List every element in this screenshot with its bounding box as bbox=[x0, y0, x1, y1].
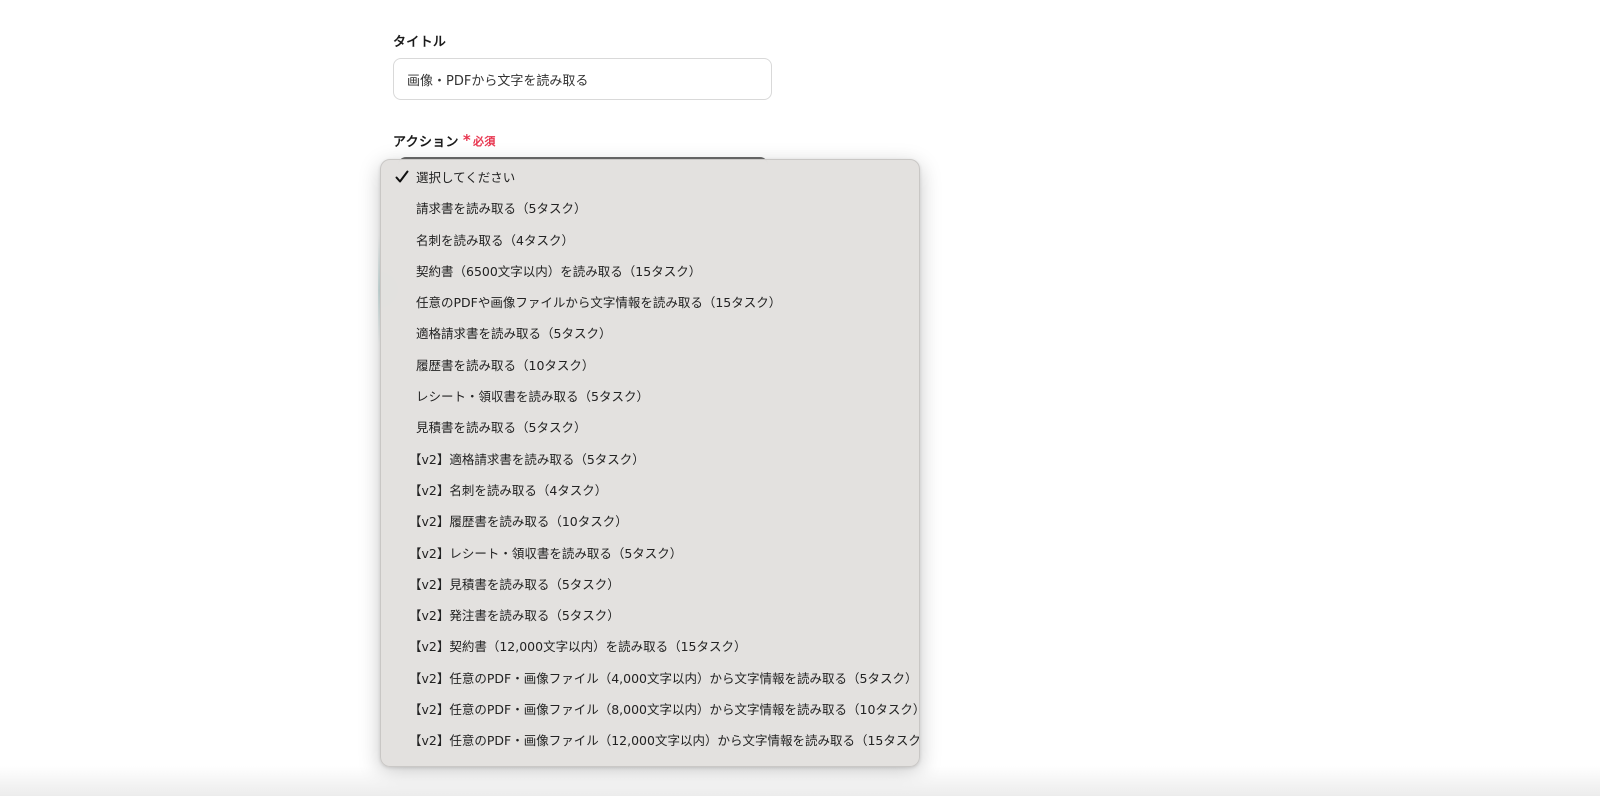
dropdown-option[interactable]: レシート・領収書を読み取る（5タスク） bbox=[381, 384, 919, 415]
dropdown-option[interactable]: 選択してください bbox=[381, 165, 919, 196]
dropdown-option-label: 【v2】履歴書を読み取る（10タスク） bbox=[409, 514, 628, 530]
dropdown-option[interactable]: 履歴書を読み取る（10タスク） bbox=[381, 353, 919, 384]
dropdown-option[interactable]: 【v2】任意のPDF・画像ファイル（12,000文字以内）から文字情報を読み取る… bbox=[381, 728, 919, 759]
dropdown-option-label: 履歴書を読み取る（10タスク） bbox=[416, 357, 595, 373]
required-badge: * 必須 bbox=[463, 133, 496, 149]
dropdown-option-label: レシート・領収書を読み取る（5タスク） bbox=[416, 389, 649, 405]
dropdown-option-label: 見積書を読み取る（5タスク） bbox=[416, 420, 587, 436]
form-page: タイトル アクション * 必須 選択してください請求書を読み取る（5タスク） 名刺… bbox=[0, 0, 1600, 796]
dropdown-option[interactable]: 【v2】名刺を読み取る（4タスク） bbox=[381, 478, 919, 509]
dropdown-option-label: 適格請求書を読み取る（5タスク） bbox=[416, 326, 612, 342]
dropdown-option[interactable]: 見積書を読み取る（5タスク） bbox=[381, 415, 919, 446]
dropdown-option-label: 【v2】レシート・領収書を読み取る（5タスク） bbox=[409, 545, 683, 561]
dropdown-option-label: 【v2】名刺を読み取る（4タスク） bbox=[409, 482, 608, 498]
dropdown-option[interactable]: 【v2】履歴書を読み取る（10タスク） bbox=[381, 509, 919, 540]
dropdown-option[interactable]: 名刺を読み取る（4タスク） bbox=[381, 228, 919, 259]
dropdown-option-label: 【v2】見積書を読み取る（5タスク） bbox=[409, 576, 620, 592]
dropdown-option[interactable]: 契約書（6500文字以内）を読み取る（15タスク） bbox=[381, 259, 919, 290]
dropdown-option[interactable]: 請求書を読み取る（5タスク） bbox=[381, 196, 919, 227]
dropdown-option-label: 【v2】任意のPDF・画像ファイル（4,000文字以内）から文字情報を読み取る（… bbox=[409, 670, 918, 686]
dropdown-option[interactable]: 適格請求書を読み取る（5タスク） bbox=[381, 321, 919, 352]
dropdown-option-label: 名刺を読み取る（4タスク） bbox=[416, 232, 574, 248]
title-label: タイトル bbox=[393, 35, 447, 50]
dropdown-option[interactable]: 【v2】レシート・領収書を読み取る（5タスク） bbox=[381, 541, 919, 572]
dropdown-option-label: 【v2】契約書（12,000文字以内）を読み取る（15タスク） bbox=[409, 639, 747, 655]
dropdown-option[interactable]: 【v2】発注書を読み取る（5タスク） bbox=[381, 603, 919, 634]
dropdown-option-label: 契約書（6500文字以内）を読み取る（15タスク） bbox=[416, 263, 702, 279]
dropdown-option-label: 選択してください bbox=[416, 170, 516, 185]
action-dropdown-menu[interactable]: 選択してください請求書を読み取る（5タスク） 名刺を読み取る（4タスク） 契約書（6… bbox=[380, 159, 920, 767]
dropdown-option-label: 【v2】発注書を読み取る（5タスク） bbox=[409, 608, 620, 624]
title-input[interactable] bbox=[393, 58, 772, 100]
dropdown-option-label: 請求書を読み取る（5タスク） bbox=[416, 201, 587, 217]
dropdown-option[interactable]: 任意のPDFや画像ファイルから文字情報を読み取る（15タスク） bbox=[381, 290, 919, 321]
dropdown-option-label: 【v2】任意のPDF・画像ファイル（8,000文字以内）から文字情報を読み取る（… bbox=[409, 702, 920, 718]
dropdown-option[interactable]: 【v2】適格請求書を読み取る（5タスク） bbox=[381, 447, 919, 478]
required-star-icon: * bbox=[462, 131, 472, 149]
dropdown-option-label: 任意のPDFや画像ファイルから文字情報を読み取る（15タスク） bbox=[416, 295, 782, 311]
dropdown-option-label: 【v2】適格請求書を読み取る（5タスク） bbox=[409, 451, 645, 467]
action-label-text: アクション bbox=[393, 135, 459, 150]
checkmark-icon bbox=[395, 170, 409, 183]
action-label: アクション * 必須 bbox=[393, 131, 496, 151]
dropdown-option[interactable]: 【v2】任意のPDF・画像ファイル（4,000文字以内）から文字情報を読み取る（… bbox=[381, 666, 919, 697]
dropdown-option[interactable]: 【v2】任意のPDF・画像ファイル（8,000文字以内）から文字情報を読み取る（… bbox=[381, 697, 919, 728]
dropdown-option[interactable]: 【v2】契約書（12,000文字以内）を読み取る（15タスク） bbox=[381, 634, 919, 665]
dropdown-option-label: 【v2】任意のPDF・画像ファイル（12,000文字以内）から文字情報を読み取る… bbox=[409, 733, 920, 749]
page-bottom-fade bbox=[0, 766, 1600, 796]
dropdown-option[interactable]: 【v2】見積書を読み取る（5タスク） bbox=[381, 572, 919, 603]
required-text: 必須 bbox=[473, 134, 496, 148]
